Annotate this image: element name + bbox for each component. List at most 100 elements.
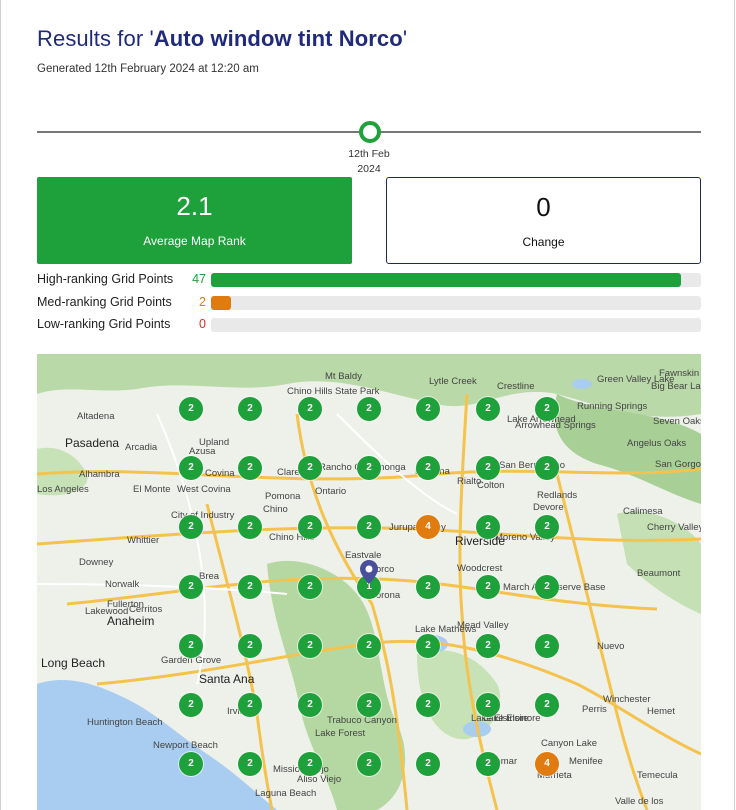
title-keyword: Auto window tint Norco bbox=[153, 26, 403, 51]
stat-bar-med bbox=[211, 296, 701, 310]
grid-rank-marker[interactable]: 2 bbox=[416, 397, 440, 421]
map-place-label: Downey bbox=[79, 557, 114, 568]
map-place-label: Norwalk bbox=[105, 579, 140, 590]
grid-rank-marker[interactable]: 2 bbox=[179, 634, 203, 658]
map-place-label: Colton bbox=[477, 480, 505, 491]
map-place-label: Lake Forest bbox=[315, 728, 366, 739]
grid-rank-marker[interactable]: 2 bbox=[476, 515, 500, 539]
grid-rank-marker[interactable]: 2 bbox=[298, 752, 322, 776]
map-place-label: El Monte bbox=[133, 484, 171, 495]
grid-rank-marker[interactable]: 2 bbox=[476, 575, 500, 599]
map-place-label: Angelus Oaks bbox=[627, 438, 687, 449]
timeline-date-line1: 12th Feb bbox=[348, 148, 390, 160]
grid-rank-marker[interactable]: 4 bbox=[535, 752, 559, 776]
grid-rank-marker[interactable]: 2 bbox=[476, 397, 500, 421]
map-place-label: Perris bbox=[582, 704, 607, 715]
grid-rank-marker[interactable]: 2 bbox=[416, 693, 440, 717]
frame-border-right bbox=[734, 0, 735, 810]
grid-rank-marker[interactable]: 2 bbox=[476, 634, 500, 658]
grid-rank-marker[interactable]: 2 bbox=[238, 456, 262, 480]
grid-rank-marker[interactable]: 2 bbox=[179, 752, 203, 776]
map-place-label: Newport Beach bbox=[153, 740, 218, 751]
map-place-label: Long Beach bbox=[41, 656, 106, 670]
grid-rank-marker[interactable]: 2 bbox=[476, 693, 500, 717]
average-rank-value: 2.1 bbox=[176, 191, 213, 221]
stat-label-high: High-ranking Grid Points bbox=[37, 272, 174, 286]
grid-rank-marker[interactable]: 2 bbox=[357, 515, 381, 539]
grid-rank-marker[interactable]: 2 bbox=[535, 397, 559, 421]
timeline-date-line2: 2024 bbox=[357, 163, 381, 175]
stat-count-low: 0 bbox=[199, 317, 206, 331]
grid-rank-marker[interactable]: 2 bbox=[357, 634, 381, 658]
timeline-date-label: 12th Feb 2024 bbox=[337, 147, 401, 177]
grid-rank-marker[interactable]: 2 bbox=[298, 456, 322, 480]
grid-rank-marker[interactable]: 2 bbox=[298, 515, 322, 539]
map-place-label: Trabuco Canyon bbox=[327, 715, 397, 726]
rank-grid-map[interactable]: Altadena Pasadena Arcadia Azusa Alhambra El M… bbox=[37, 354, 701, 810]
stat-bar-low bbox=[211, 318, 701, 332]
title-prefix: Results for ' bbox=[37, 26, 154, 51]
map-place-label: Canyon Lake bbox=[541, 738, 597, 749]
map-place-label: Alhambra bbox=[79, 469, 120, 480]
map-place-label: Crestline bbox=[497, 381, 535, 392]
map-place-label: Chino bbox=[263, 504, 288, 515]
stat-label-med: Med-ranking Grid Points bbox=[37, 295, 172, 309]
grid-rank-marker[interactable]: 2 bbox=[298, 397, 322, 421]
grid-rank-marker[interactable]: 2 bbox=[535, 693, 559, 717]
map-place-label: Covina bbox=[205, 468, 235, 479]
change-label: Change bbox=[522, 235, 565, 249]
grid-rank-marker[interactable]: 2 bbox=[416, 456, 440, 480]
grid-rank-marker[interactable]: 2 bbox=[238, 575, 262, 599]
grid-rank-marker[interactable]: 2 bbox=[357, 456, 381, 480]
grid-rank-marker[interactable]: 2 bbox=[179, 693, 203, 717]
grid-rank-marker[interactable]: 2 bbox=[298, 575, 322, 599]
grid-rank-marker[interactable]: 2 bbox=[357, 693, 381, 717]
frame-border-left bbox=[0, 0, 1, 810]
average-rank-card: 2.1 Average Map Rank bbox=[37, 177, 352, 264]
map-place-label: Ontario bbox=[315, 486, 347, 497]
map-place-label: Arrowhead Springs bbox=[515, 420, 596, 431]
map-place-label: Green Valley Lake bbox=[597, 374, 675, 385]
map-place-label: San Gorgonio Wilderness bbox=[655, 459, 701, 470]
grid-rank-marker[interactable]: 2 bbox=[416, 752, 440, 776]
grid-rank-marker[interactable]: 2 bbox=[179, 397, 203, 421]
map-place-label: Nuevo bbox=[597, 641, 625, 652]
grid-rank-marker[interactable]: 2 bbox=[179, 515, 203, 539]
map-place-label: Cerritos bbox=[129, 604, 163, 615]
timeline-point[interactable] bbox=[359, 121, 381, 143]
grid-rank-marker[interactable]: 4 bbox=[416, 515, 440, 539]
grid-rank-marker[interactable]: 2 bbox=[298, 693, 322, 717]
grid-rank-marker[interactable]: 2 bbox=[476, 456, 500, 480]
grid-rank-marker[interactable]: 2 bbox=[535, 575, 559, 599]
grid-rank-marker[interactable]: 2 bbox=[238, 693, 262, 717]
grid-rank-marker[interactable]: 2 bbox=[535, 515, 559, 539]
page-title: Results for 'Auto window tint Norco' bbox=[37, 26, 407, 52]
grid-rank-marker[interactable]: 2 bbox=[416, 575, 440, 599]
grid-rank-marker[interactable]: 2 bbox=[357, 752, 381, 776]
map-place-label: Laguna Beach bbox=[255, 788, 317, 799]
map-place-label: Santa Ana bbox=[199, 672, 255, 686]
map-place-label: Lakewood bbox=[85, 606, 129, 617]
stat-count-high: 47 bbox=[192, 272, 206, 286]
grid-rank-marker[interactable]: 2 bbox=[179, 575, 203, 599]
grid-rank-marker[interactable]: 2 bbox=[416, 634, 440, 658]
grid-rank-marker[interactable]: 2 bbox=[238, 634, 262, 658]
map-place-label: Pomona bbox=[265, 491, 301, 502]
grid-rank-marker[interactable]: 2 bbox=[535, 634, 559, 658]
grid-rank-marker[interactable]: 2 bbox=[238, 752, 262, 776]
map-place-label: Brea bbox=[199, 571, 220, 582]
map-place-label: Calimesa bbox=[623, 506, 663, 517]
map-place-label: Whittier bbox=[127, 535, 160, 546]
location-pin-shape bbox=[360, 560, 378, 584]
grid-rank-marker[interactable]: 2 bbox=[298, 634, 322, 658]
generated-timestamp: Generated 12th February 2024 at 12:20 am bbox=[37, 63, 259, 75]
grid-rank-marker[interactable]: 2 bbox=[357, 397, 381, 421]
map-place-label: Valle de los bbox=[615, 796, 664, 807]
grid-rank-marker[interactable]: 2 bbox=[238, 397, 262, 421]
grid-rank-marker[interactable]: 2 bbox=[535, 456, 559, 480]
grid-rank-marker[interactable]: 2 bbox=[179, 456, 203, 480]
grid-rank-marker[interactable]: 2 bbox=[476, 752, 500, 776]
average-rank-label: Average Map Rank bbox=[143, 234, 246, 248]
grid-rank-marker[interactable]: 2 bbox=[238, 515, 262, 539]
stat-label-low: Low-ranking Grid Points bbox=[37, 317, 171, 331]
